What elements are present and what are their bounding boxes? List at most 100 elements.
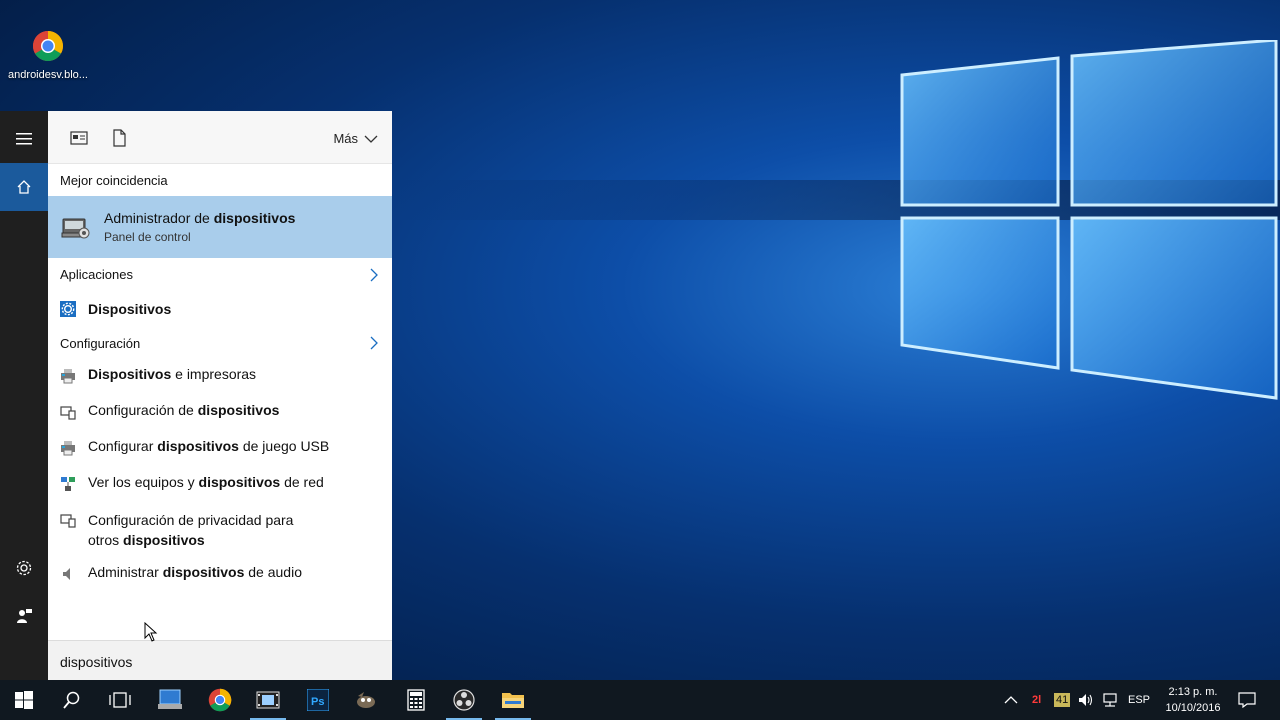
taskbar-app-file-explorer[interactable] <box>489 680 537 720</box>
taskbar: Ps 2l 41 ESP 2:13 p. m. 10/10/2016 <box>0 680 1280 720</box>
clock-time: 2:13 p. m. <box>1168 686 1218 698</box>
text-bold: dispositivos <box>197 402 280 418</box>
taskbar-app-obs[interactable] <box>440 680 488 720</box>
hamburger-icon <box>16 133 32 145</box>
chrome-icon <box>32 30 64 62</box>
start-rail <box>0 111 48 680</box>
devices-icon <box>60 514 76 528</box>
taskbar-app-chrome[interactable] <box>196 680 244 720</box>
more-filters-button[interactable]: Más <box>333 131 378 146</box>
clock-date: 10/10/2016 <box>1165 702 1221 714</box>
clock-button[interactable]: 2:13 p. m. 10/10/2016 <box>1158 684 1228 716</box>
settings-result-network-devices[interactable]: Ver los equipos y dispositivos de red <box>48 474 392 510</box>
obs-icon <box>453 689 475 711</box>
desktop-icon-chrome-shortcut[interactable]: androidesv.blo... <box>4 30 92 81</box>
chevron-up-icon <box>1004 696 1018 704</box>
taskbar-app-gimp[interactable] <box>342 680 390 720</box>
taskbar-app-device-manager[interactable] <box>146 680 194 720</box>
settings-app-icon <box>60 301 76 317</box>
printer-icon <box>61 369 75 384</box>
filter-apps-icon[interactable] <box>70 129 88 147</box>
apps-section-header[interactable]: Aplicaciones <box>48 258 392 291</box>
text-bold: dispositivos <box>157 438 239 454</box>
text-post: de audio <box>244 564 302 580</box>
show-hidden-icons-button[interactable] <box>1004 680 1018 720</box>
settings-button[interactable] <box>0 544 48 592</box>
device-manager-icon <box>61 218 90 239</box>
settings-result-text: Configurar dispositivos de juego USB <box>88 438 329 454</box>
search-filter-toolbar: Más <box>48 111 392 164</box>
text-bold: Dispositivos <box>88 366 172 382</box>
calculator-icon <box>407 689 425 711</box>
settings-result-audio-devices[interactable]: Administrar dispositivos de audio <box>48 564 392 600</box>
home-button[interactable] <box>0 163 48 211</box>
text-post: e impresoras <box>171 366 257 382</box>
film-strip-icon <box>256 691 280 709</box>
notification-icon <box>1238 692 1256 708</box>
settings-result-text: Configuración de dispositivos <box>88 402 279 418</box>
feedback-button[interactable] <box>0 592 48 640</box>
search-button[interactable] <box>48 680 96 720</box>
best-match-result[interactable]: Administrador de dispositivos Panel de c… <box>48 196 392 258</box>
best-match-title-prefix: Administrador de <box>104 210 214 226</box>
search-input[interactable]: dispositivos <box>48 640 392 681</box>
mouse-cursor-icon <box>144 622 158 642</box>
app-result-label: Dispositivos <box>88 301 172 317</box>
settings-section-header[interactable]: Configuración <box>48 327 392 359</box>
settings-result-devices-printers[interactable]: Dispositivos e impresoras <box>48 366 392 402</box>
tray-badge-red[interactable]: 2l <box>1032 680 1041 720</box>
app-result-dispositivos[interactable]: Dispositivos <box>48 291 392 327</box>
network-button[interactable] <box>1102 680 1118 720</box>
best-match-subtitle: Panel de control <box>104 230 191 244</box>
text-pre: Administrar <box>88 564 163 580</box>
hamburger-menu-button[interactable] <box>0 115 48 163</box>
windows-logo-icon <box>15 691 33 709</box>
volume-button[interactable] <box>1078 680 1094 720</box>
chevron-right-icon <box>370 268 378 281</box>
chevron-down-icon <box>364 135 378 143</box>
taskbar-app-photoshop[interactable]: Ps <box>294 680 342 720</box>
text-bold: dispositivos <box>123 532 205 548</box>
text-line1: Configuración de privacidad para <box>88 512 294 528</box>
gimp-icon <box>357 692 375 708</box>
tray-badge-yellow-wrapper[interactable]: 41 <box>1054 680 1071 720</box>
text-bold: dispositivos <box>198 474 281 490</box>
start-button[interactable] <box>0 680 48 720</box>
best-match-header-label: Mejor coincidencia <box>60 172 168 188</box>
wallpaper-windows-logo <box>900 40 1278 400</box>
folder-icon <box>502 693 524 708</box>
chrome-icon <box>208 688 232 712</box>
feedback-person-icon <box>17 609 32 623</box>
search-icon <box>63 691 80 709</box>
text-pre: Configurar <box>88 438 158 454</box>
best-match-header: Mejor coincidencia <box>48 164 392 196</box>
network-wired-icon <box>1103 693 1117 707</box>
network-icon <box>61 477 75 491</box>
action-center-button[interactable] <box>1238 680 1256 720</box>
more-filters-label: Más <box>333 131 358 146</box>
volume-icon <box>1079 694 1093 706</box>
settings-section-label: Configuración <box>60 335 141 351</box>
home-icon <box>17 180 31 194</box>
language-indicator[interactable]: ESP <box>1128 680 1150 720</box>
search-query-text: dispositivos <box>60 654 133 670</box>
settings-result-privacy[interactable]: Configuración de privacidad para otros di… <box>48 510 392 566</box>
svg-text:Ps: Ps <box>311 696 324 708</box>
settings-result-usb-game-devices[interactable]: Configurar dispositivos de juego USB <box>48 438 392 474</box>
device-manager-icon <box>158 689 182 709</box>
taskbar-app-video-editor[interactable] <box>244 680 292 720</box>
best-match-title-bold: dispositivos <box>213 210 296 226</box>
desktop-icon-label: androidesv.blo... <box>8 69 88 81</box>
task-view-icon <box>109 692 131 708</box>
text-pre: Ver los equipos y <box>88 474 199 490</box>
gear-icon <box>16 560 32 576</box>
taskbar-app-calculator[interactable] <box>392 680 440 720</box>
speaker-icon <box>63 568 70 580</box>
settings-result-device-config[interactable]: Configuración de dispositivos <box>48 402 392 438</box>
task-view-button[interactable] <box>96 680 144 720</box>
filter-documents-icon[interactable] <box>110 129 128 147</box>
text-post: de red <box>280 474 324 490</box>
text-bold: dispositivos <box>162 564 245 580</box>
tray-badge-yellow: 41 <box>1054 693 1071 707</box>
settings-result-text: Dispositivos e impresoras <box>88 366 256 382</box>
